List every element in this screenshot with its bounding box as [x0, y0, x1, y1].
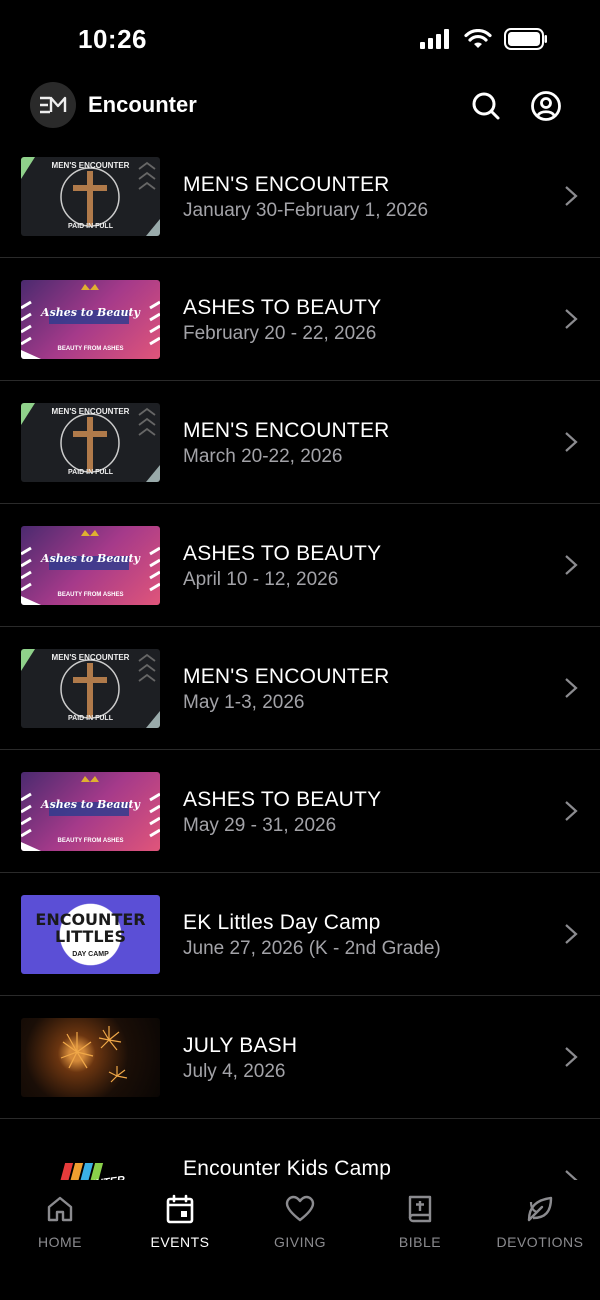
- app-logo[interactable]: [30, 82, 76, 128]
- event-thumbnail: Ashes to Beauty BEAUTY FROM ASHES: [21, 526, 160, 605]
- event-row[interactable]: ENCOUNTER LITTLES DAY CAMP EK Littles Da…: [0, 873, 600, 996]
- thumb-text: PAID IN FULL: [68, 469, 113, 476]
- event-title: MEN'S ENCOUNTER: [183, 173, 390, 196]
- event-thumbnail: Ashes to Beauty BEAUTY FROM ASHES: [21, 772, 160, 851]
- event-date: April 10 - 12, 2026: [183, 569, 339, 590]
- chevron-right-icon: [565, 186, 578, 206]
- chevron-right-icon: [565, 1047, 578, 1067]
- event-title: JULY BASH: [183, 1034, 298, 1057]
- status-time: 10:26: [78, 24, 147, 54]
- event-date: March 20-22, 2026: [183, 446, 343, 467]
- events-screen: 10:26 Encounter MEN'S ENCOUNTER PAID IN …: [0, 0, 600, 1300]
- chevron-right-icon: [565, 555, 578, 575]
- app-title: Encounter: [88, 92, 197, 117]
- tab-bible[interactable]: BIBLE: [360, 1194, 480, 1250]
- search-button[interactable]: [470, 90, 502, 122]
- thumb-text: BEAUTY FROM ASHES: [57, 838, 124, 844]
- event-thumbnail: MEN'S ENCOUNTER PAID IN FULL: [21, 403, 160, 482]
- event-thumbnail: [21, 1018, 160, 1097]
- tab-home[interactable]: HOME: [0, 1194, 120, 1250]
- event-thumbnail: MEN'S ENCOUNTER PAID IN FULL: [21, 157, 160, 236]
- thumb-text: MEN'S ENCOUNTER: [51, 161, 130, 170]
- event-row[interactable]: MEN'S ENCOUNTER PAID IN FULL MEN'S ENCOU…: [0, 135, 600, 258]
- chevron-right-icon: [565, 678, 578, 698]
- tab-label: GIVING: [273, 1234, 326, 1250]
- tab-label: DEVOTIONS: [496, 1234, 584, 1250]
- event-title: MEN'S ENCOUNTER: [183, 419, 390, 442]
- event-row[interactable]: MEN'S ENCOUNTER PAID IN FULL MEN'S ENCOU…: [0, 627, 600, 750]
- chevron-right-icon: [565, 924, 578, 944]
- home-icon: [47, 1196, 73, 1222]
- tab-label: BIBLE: [398, 1234, 442, 1250]
- event-title: EK Littles Day Camp: [183, 911, 381, 934]
- event-date: July 4, 2026: [183, 1061, 286, 1082]
- tab-giving[interactable]: GIVING: [240, 1194, 360, 1250]
- tab-label: EVENTS: [150, 1234, 210, 1250]
- event-title: Encounter Kids Camp: [183, 1157, 392, 1180]
- thumb-text: Ashes to Beauty: [41, 552, 140, 565]
- event-row[interactable]: MEN'S ENCOUNTER PAID IN FULL MEN'S ENCOU…: [0, 381, 600, 504]
- event-date: May 1-3, 2026: [183, 692, 305, 713]
- heart-icon: [285, 1195, 315, 1222]
- event-date: May 29 - 31, 2026: [183, 815, 337, 836]
- event-thumbnail: MEN'S ENCOUNTER PAID IN FULL: [21, 649, 160, 728]
- status-bar: 10:26: [0, 0, 600, 80]
- event-title: ASHES TO BEAUTY: [183, 788, 382, 811]
- account-icon: [531, 91, 561, 121]
- thumb-text: PAID IN FULL: [68, 223, 113, 230]
- bible-icon: [408, 1195, 432, 1223]
- event-row[interactable]: JULY BASH July 4, 2026: [0, 996, 600, 1119]
- thumb-text: ENCOUNTER LITTLES: [35, 910, 146, 946]
- fireworks-artwork: [60, 1026, 128, 1083]
- event-date: February 20 - 22, 2026: [183, 323, 377, 344]
- encounter-logo-icon: [40, 96, 67, 114]
- thumb-text: Ashes to Beauty: [41, 306, 140, 319]
- event-title: ASHES TO BEAUTY: [183, 296, 382, 319]
- thumb-text: MEN'S ENCOUNTER: [51, 407, 130, 416]
- tab-devotions[interactable]: DEVOTIONS: [480, 1194, 600, 1250]
- leaf-icon: [527, 1196, 553, 1222]
- event-title: ASHES TO BEAUTY: [183, 542, 382, 565]
- thumb-text: DAY CAMP: [72, 951, 109, 958]
- calendar-icon: [166, 1194, 194, 1224]
- thumb-text: BEAUTY FROM ASHES: [57, 592, 124, 598]
- events-list: MEN'S ENCOUNTER PAID IN FULL MEN'S ENCOU…: [0, 135, 600, 1241]
- battery-icon: [504, 28, 547, 50]
- thumb-text: MEN'S ENCOUNTER: [51, 653, 130, 662]
- event-row[interactable]: Ashes to Beauty BEAUTY FROM ASHES ASHES …: [0, 750, 600, 873]
- event-date: January 30-February 1, 2026: [183, 200, 429, 221]
- event-row[interactable]: Ashes to Beauty BEAUTY FROM ASHES ASHES …: [0, 504, 600, 627]
- event-thumbnail: ENCOUNTER LITTLES DAY CAMP: [21, 895, 160, 974]
- event-title: MEN'S ENCOUNTER: [183, 665, 390, 688]
- thumb-text: Ashes to Beauty: [41, 798, 140, 811]
- chevron-right-icon: [565, 432, 578, 452]
- chevron-right-icon: [565, 801, 578, 821]
- tab-label: HOME: [38, 1234, 82, 1250]
- wifi-icon: [464, 29, 492, 48]
- event-date: June 27, 2026 (K - 2nd Grade): [183, 938, 441, 959]
- bottom-tab-bar: HOME EVENTS GIVING BIBLE DEVOTIONS: [0, 1180, 600, 1300]
- tab-events[interactable]: EVENTS: [120, 1194, 240, 1250]
- search-icon: [472, 92, 500, 120]
- status-icons: [420, 28, 548, 50]
- cellular-signal-icon: [420, 29, 449, 49]
- app-header: Encounter: [0, 80, 600, 132]
- event-thumbnail: Ashes to Beauty BEAUTY FROM ASHES: [21, 280, 160, 359]
- chevron-right-icon: [565, 309, 578, 329]
- account-button[interactable]: [530, 90, 562, 122]
- thumb-text: PAID IN FULL: [68, 715, 113, 722]
- event-row[interactable]: Ashes to Beauty BEAUTY FROM ASHES ASHES …: [0, 258, 600, 381]
- thumb-text: BEAUTY FROM ASHES: [57, 346, 124, 352]
